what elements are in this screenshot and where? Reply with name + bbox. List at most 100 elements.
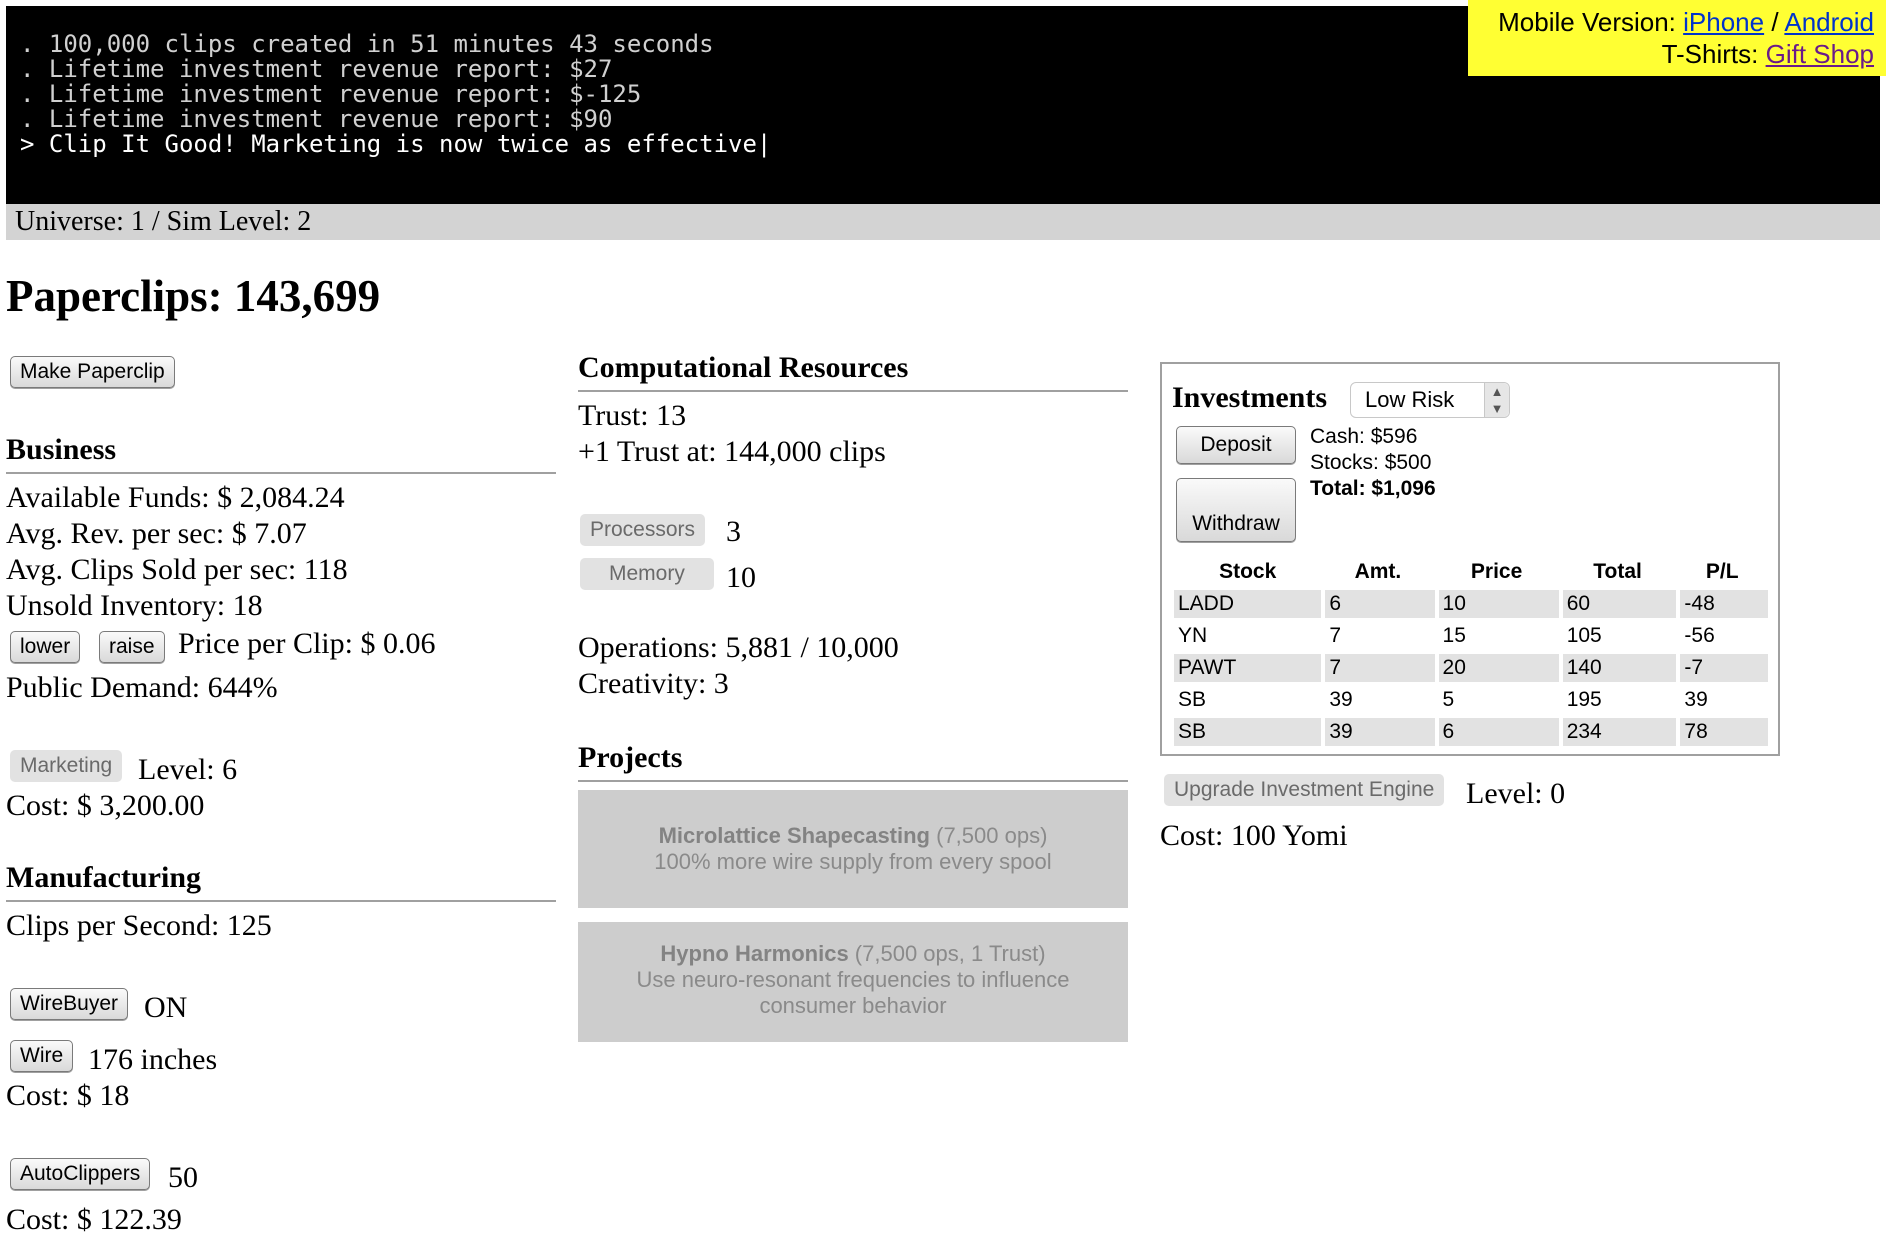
autoclippers-button[interactable]: AutoClippers <box>10 1158 151 1190</box>
project-description: Use neuro-resonant frequencies to influe… <box>636 967 1070 1018</box>
table-row: PAWT 7 20 140 -7 <box>1174 654 1768 682</box>
select-arrows-icon: ▲ ▼ <box>1484 383 1509 417</box>
processors-button[interactable]: Processors <box>580 514 706 546</box>
project-cost: (7,500 ops) <box>930 823 1048 848</box>
memory-button[interactable]: Memory <box>580 558 714 590</box>
investment-engine-level: Level: 0 <box>1466 777 1566 810</box>
lower-price-button[interactable]: lower <box>10 631 81 663</box>
memory-value: 10 <box>726 561 756 594</box>
computational-resources-heading: Computational Resources <box>578 350 1128 392</box>
operations: Operations: 5,881 / 10,000 <box>578 631 899 664</box>
wirebuyer-state: ON <box>144 991 188 1024</box>
stock-price: 15 <box>1434 622 1559 650</box>
column-header: Amt. <box>1354 560 1402 583</box>
project-cost: (7,500 ops, 1 Trust) <box>848 941 1046 966</box>
project-title: Hypno Harmonics <box>660 941 849 966</box>
stock-amount: 7 <box>1321 654 1435 682</box>
public-demand: Public Demand: 644% <box>6 671 278 704</box>
available-funds: Available Funds: $ 2,084.24 <box>6 481 345 514</box>
console-current-line: > Clip It Good! Marketing is now twice a… <box>20 130 772 158</box>
price-per-clip: Price per Clip: $ 0.06 <box>178 627 436 660</box>
tshirts-label: T-Shirts: <box>1661 39 1759 69</box>
project-description: 100% more wire supply from every spool <box>654 849 1052 874</box>
risk-level-value: Low Risk <box>1365 387 1455 412</box>
make-paperclip-button[interactable]: Make Paperclip <box>10 356 175 388</box>
clips-per-second: Clips per Second: 125 <box>6 909 272 942</box>
project-card[interactable]: Microlattice Shapecasting (7,500 ops) 10… <box>578 790 1128 908</box>
table-row: SB 39 5 195 39 <box>1174 686 1768 714</box>
stock-price: 20 <box>1434 654 1559 682</box>
stock-total: 60 <box>1558 590 1677 618</box>
column-header: Total <box>1593 560 1642 583</box>
wire-amount: 176 inches <box>88 1043 218 1076</box>
paperclip-count: Paperclips: 143,699 <box>6 271 381 321</box>
unsold-inventory: Unsold Inventory: 18 <box>6 589 263 622</box>
marketing-cost: Cost: $ 3,200.00 <box>6 789 205 822</box>
stock-total: 140 <box>1558 654 1677 682</box>
stock-price: 10 <box>1434 590 1559 618</box>
stock-amount: 39 <box>1321 718 1435 746</box>
stock-price: 5 <box>1434 686 1559 714</box>
stock-symbol: SB <box>1178 688 1207 711</box>
iphone-link[interactable]: iPhone <box>1683 7 1764 37</box>
stock-price: 6 <box>1434 718 1559 746</box>
android-link[interactable]: Android <box>1784 7 1874 37</box>
stocks-table: Stock Amt. Price Total P/L LADD 6 10 60 … <box>1174 554 1768 750</box>
stock-symbol: SB <box>1174 718 1322 746</box>
stock-pl: 78 <box>1676 718 1768 746</box>
gift-shop-link[interactable]: Gift Shop <box>1766 39 1874 69</box>
wirebuyer-button[interactable]: WireBuyer <box>10 988 129 1020</box>
risk-level-select[interactable]: Low Risk ▲ ▼ <box>1350 382 1510 418</box>
investments-panel: Investments Low Risk ▲ ▼ Deposit Withdraw… <box>1160 362 1780 756</box>
universe-status: Universe: 1 / Sim Level: 2 <box>6 204 1880 240</box>
mobile-version-label: Mobile Version: <box>1498 7 1676 37</box>
avg-clips-sold: Avg. Clips Sold per sec: 118 <box>6 553 348 586</box>
autoclippers-cost: Cost: $ 122.39 <box>6 1203 182 1236</box>
stock-symbol: YN <box>1178 624 1208 647</box>
stock-amount: 7 <box>1321 622 1434 650</box>
table-row: SB 39 6 234 78 <box>1174 718 1768 746</box>
stock-total: 234 <box>1558 718 1677 746</box>
marketing-button[interactable]: Marketing <box>10 750 123 782</box>
investment-cash: Cash: $596 <box>1310 425 1418 448</box>
investments-heading: Investments <box>1172 381 1327 414</box>
manufacturing-heading: Manufacturing <box>6 860 556 902</box>
promo-box: Mobile Version: iPhone / Android T-Shirt… <box>1468 0 1886 76</box>
link-separator: / <box>1771 7 1779 37</box>
stock-total: 105 <box>1558 622 1677 650</box>
upgrade-investment-engine-button[interactable]: Upgrade Investment Engine <box>1164 774 1445 806</box>
autoclippers-count: 50 <box>168 1161 198 1194</box>
table-row: YN 7 15 105 -56 <box>1174 622 1768 650</box>
deposit-button[interactable]: Deposit <box>1176 426 1296 464</box>
stock-symbol: PAWT <box>1174 654 1322 682</box>
stock-amount: 6 <box>1321 590 1435 618</box>
avg-revenue: Avg. Rev. per sec: $ 7.07 <box>6 517 307 550</box>
creativity: Creativity: 3 <box>578 667 729 700</box>
trust-value: Trust: 13 <box>578 399 687 432</box>
stock-pl: -48 <box>1676 590 1768 618</box>
table-row: LADD 6 10 60 -48 <box>1174 590 1768 618</box>
project-card[interactable]: Hypno Harmonics (7,500 ops, 1 Trust) Use… <box>578 922 1128 1042</box>
buy-wire-button[interactable]: Wire <box>10 1040 74 1072</box>
wire-cost: Cost: $ 18 <box>6 1079 130 1112</box>
column-header: P/L <box>1705 560 1739 583</box>
business-heading: Business <box>6 432 556 474</box>
stock-amount: 39 <box>1321 686 1434 714</box>
investment-stocks: Stocks: $500 <box>1310 451 1432 474</box>
processors-value: 3 <box>726 515 741 548</box>
investment-total: Total: $1,096 <box>1310 477 1436 500</box>
next-trust-threshold: +1 Trust at: 144,000 clips <box>578 435 886 468</box>
stock-pl: -7 <box>1676 654 1768 682</box>
project-title: Microlattice Shapecasting <box>658 823 930 848</box>
stock-pl: -56 <box>1676 622 1768 650</box>
column-header: Stock <box>1219 560 1277 583</box>
investment-engine-cost: Cost: 100 Yomi <box>1160 819 1348 852</box>
withdraw-button[interactable]: Withdraw <box>1176 478 1296 542</box>
stock-total: 195 <box>1558 686 1677 714</box>
stock-pl: 39 <box>1676 686 1768 714</box>
marketing-level: Level: 6 <box>138 753 238 786</box>
column-header: Price <box>1470 560 1523 583</box>
stock-symbol: LADD <box>1174 590 1322 618</box>
raise-price-button[interactable]: raise <box>99 631 165 663</box>
projects-heading: Projects <box>578 740 1128 782</box>
